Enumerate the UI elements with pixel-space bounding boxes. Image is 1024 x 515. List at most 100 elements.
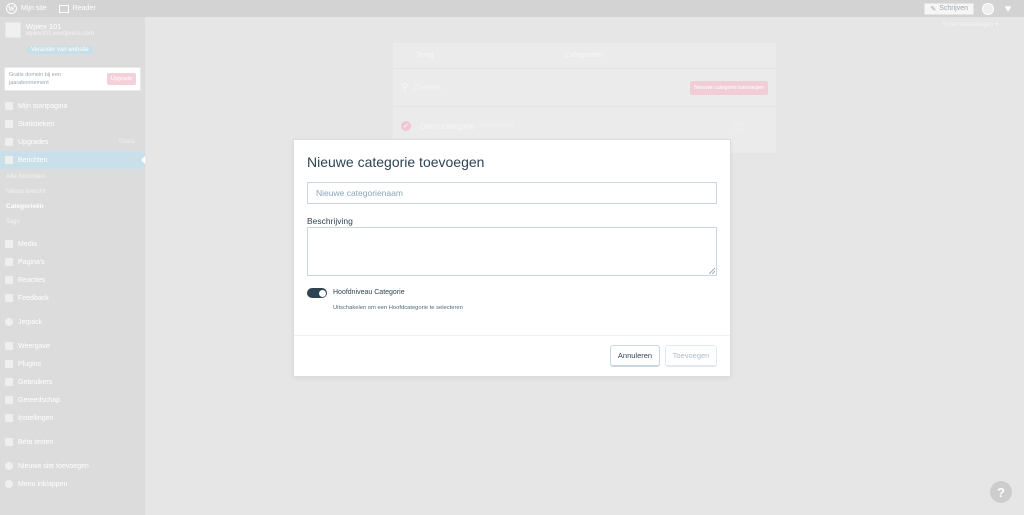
sidebar-item-label: Gebruikers bbox=[18, 378, 53, 386]
site-domain: wplex101.wordpress.com bbox=[26, 31, 94, 37]
feedback-icon bbox=[5, 294, 13, 302]
sidebar-subitem-all-posts[interactable]: Alle berichten bbox=[0, 169, 145, 184]
write-label: Schrijven bbox=[939, 5, 968, 12]
back-button[interactable]: ← Terug bbox=[405, 52, 434, 59]
sidebar: Wplex 101 wplex101.wordpress.com Verande… bbox=[0, 17, 145, 515]
cancel-button[interactable]: Annuleren bbox=[610, 345, 660, 367]
info-icon[interactable]: i bbox=[733, 121, 742, 131]
sidebar-item-label: Gereedschap bbox=[18, 396, 61, 404]
sidebar-item-settings[interactable]: Instellingen bbox=[0, 409, 145, 427]
reader-label: Reader bbox=[72, 5, 96, 12]
help-button[interactable]: ? bbox=[990, 481, 1012, 503]
sidebar-item-label: Reacties bbox=[18, 276, 46, 284]
categories-title: Categorieën bbox=[565, 52, 604, 59]
sidebar-subitem-categories[interactable]: Categorieën bbox=[0, 199, 145, 214]
category-name-input[interactable] bbox=[307, 182, 717, 204]
my-site-link[interactable]: W Mijn site bbox=[0, 0, 53, 17]
toggle-knob bbox=[318, 289, 326, 297]
free-badge: Gratis bbox=[118, 139, 135, 145]
wordpress-logo-icon: W bbox=[6, 3, 17, 14]
cart-icon bbox=[5, 138, 13, 146]
sidebar-item-stats[interactable]: Statistieken bbox=[0, 115, 145, 133]
sidebar-item-media[interactable]: Media bbox=[0, 235, 145, 253]
sidebar-item-pages[interactable]: Pagina's bbox=[0, 253, 145, 271]
users-icon bbox=[5, 378, 13, 386]
ellipsis-icon[interactable]: ··· bbox=[756, 121, 768, 131]
sidebar-item-label: Plugins bbox=[18, 360, 41, 368]
upgrade-button[interactable]: Upgrade bbox=[106, 73, 136, 85]
sidebar-item-appearance[interactable]: Weergave bbox=[0, 337, 145, 355]
pages-icon bbox=[5, 258, 13, 266]
collapse-icon bbox=[5, 480, 13, 488]
arrow-left-icon: ← bbox=[405, 52, 412, 59]
media-icon bbox=[5, 240, 13, 248]
home-icon bbox=[5, 102, 13, 110]
beta-icon bbox=[5, 438, 13, 446]
categories-header: ← Terug Categorieën bbox=[393, 43, 776, 69]
write-button[interactable]: ✎ Schrijven bbox=[924, 2, 974, 15]
pin-icon bbox=[5, 156, 13, 164]
checkmark-icon: ✓ bbox=[401, 121, 411, 131]
toggle-label: Hoofdniveau Categorie bbox=[333, 289, 405, 296]
sidebar-item-collapse[interactable]: Menu inklappen bbox=[0, 475, 145, 493]
reader-icon bbox=[58, 4, 69, 13]
dialog-divider bbox=[294, 335, 730, 336]
categories-card: ← Terug Categorieën ⚲ Zoeken... Nieuwe c… bbox=[393, 43, 776, 153]
sidebar-item-label: Upgrades bbox=[18, 138, 49, 146]
dialog-title: Nieuwe categorie toevoegen bbox=[307, 154, 485, 170]
categories-search-bar: ⚲ Zoeken... Nieuwe categorie toevoegen bbox=[393, 69, 776, 107]
add-button[interactable]: Toevoegen bbox=[665, 345, 717, 367]
sidebar-item-label: Mijn startpagina bbox=[18, 102, 68, 110]
sidebar-item-label: Instellingen bbox=[18, 414, 54, 422]
category-name: Geen categorie bbox=[420, 121, 475, 131]
help-label: ? bbox=[997, 484, 1005, 500]
back-label: Terug bbox=[416, 52, 434, 59]
sidebar-item-label: Berichten bbox=[18, 156, 48, 164]
sidebar-item-label: Pagina's bbox=[18, 258, 45, 266]
site-title: Wplex 101 bbox=[26, 22, 62, 31]
toggle-help-text: Uitschakelen om een Hoofdcategorie te se… bbox=[333, 305, 463, 311]
pencil-icon: ✎ bbox=[930, 5, 937, 13]
add-category-button[interactable]: Nieuwe categorie toevoegen bbox=[690, 80, 768, 95]
default-badge: STANDAARD bbox=[479, 123, 514, 129]
sidebar-item-jetpack[interactable]: Jetpack bbox=[0, 313, 145, 331]
avatar[interactable] bbox=[982, 2, 994, 15]
sidebar-item-beta[interactable]: Bèta testen bbox=[0, 433, 145, 451]
resize-handle-icon[interactable] bbox=[708, 267, 715, 274]
sidebar-item-tools[interactable]: Gereedschap bbox=[0, 391, 145, 409]
tools-icon bbox=[5, 396, 13, 404]
settings-icon bbox=[5, 414, 13, 422]
notifications-icon[interactable]: ♥ bbox=[1002, 3, 1014, 15]
sidebar-item-home[interactable]: Mijn startpagina bbox=[0, 97, 145, 115]
top-level-category-toggle[interactable] bbox=[307, 288, 327, 298]
sidebar-item-label: Feedback bbox=[18, 294, 49, 302]
sidebar-item-label: Media bbox=[18, 240, 38, 248]
sidebar-subitem-new-post[interactable]: Nieuw bericht bbox=[0, 184, 145, 199]
comments-icon bbox=[5, 276, 13, 284]
domain-nudge: Gratis domein bij een jaarabonnement Upg… bbox=[4, 67, 141, 91]
sidebar-item-add-site[interactable]: Nieuwe site toevoegen bbox=[0, 457, 145, 475]
description-label: Beschrijving bbox=[307, 216, 353, 226]
sidebar-subitem-tags[interactable]: Tags bbox=[0, 214, 145, 229]
appearance-icon bbox=[5, 342, 13, 350]
screen-options-button[interactable]: Scherminstellingen ▾ bbox=[943, 21, 998, 28]
domain-nudge-text: Gratis domein bij een jaarabonnement bbox=[9, 72, 61, 86]
sidebar-item-posts[interactable]: Berichten bbox=[0, 151, 145, 169]
sidebar-item-label: Nieuwe site toevoegen bbox=[18, 462, 89, 470]
sidebar-item-plugins[interactable]: Plugins bbox=[0, 355, 145, 373]
sidebar-item-feedback[interactable]: Feedback bbox=[0, 289, 145, 307]
sidebar-item-comments[interactable]: Reacties bbox=[0, 271, 145, 289]
switch-site-button[interactable]: Verander van website bbox=[27, 46, 93, 54]
sidebar-item-label: Jetpack bbox=[18, 318, 43, 326]
sidebar-item-upgrades[interactable]: Upgrades Gratis bbox=[0, 133, 145, 151]
description-textarea[interactable] bbox=[307, 227, 717, 276]
sidebar-item-label: Bèta testen bbox=[18, 438, 54, 446]
masterbar: W Mijn site Reader ✎ Schrijven ♥ bbox=[0, 0, 1024, 17]
search-input[interactable]: Zoeken... bbox=[413, 83, 446, 92]
site-icon bbox=[5, 22, 21, 38]
sidebar-item-label: Weergave bbox=[18, 342, 50, 350]
plugins-icon bbox=[5, 360, 13, 368]
reader-link[interactable]: Reader bbox=[53, 0, 102, 17]
sidebar-item-users[interactable]: Gebruikers bbox=[0, 373, 145, 391]
stats-icon bbox=[5, 120, 13, 128]
